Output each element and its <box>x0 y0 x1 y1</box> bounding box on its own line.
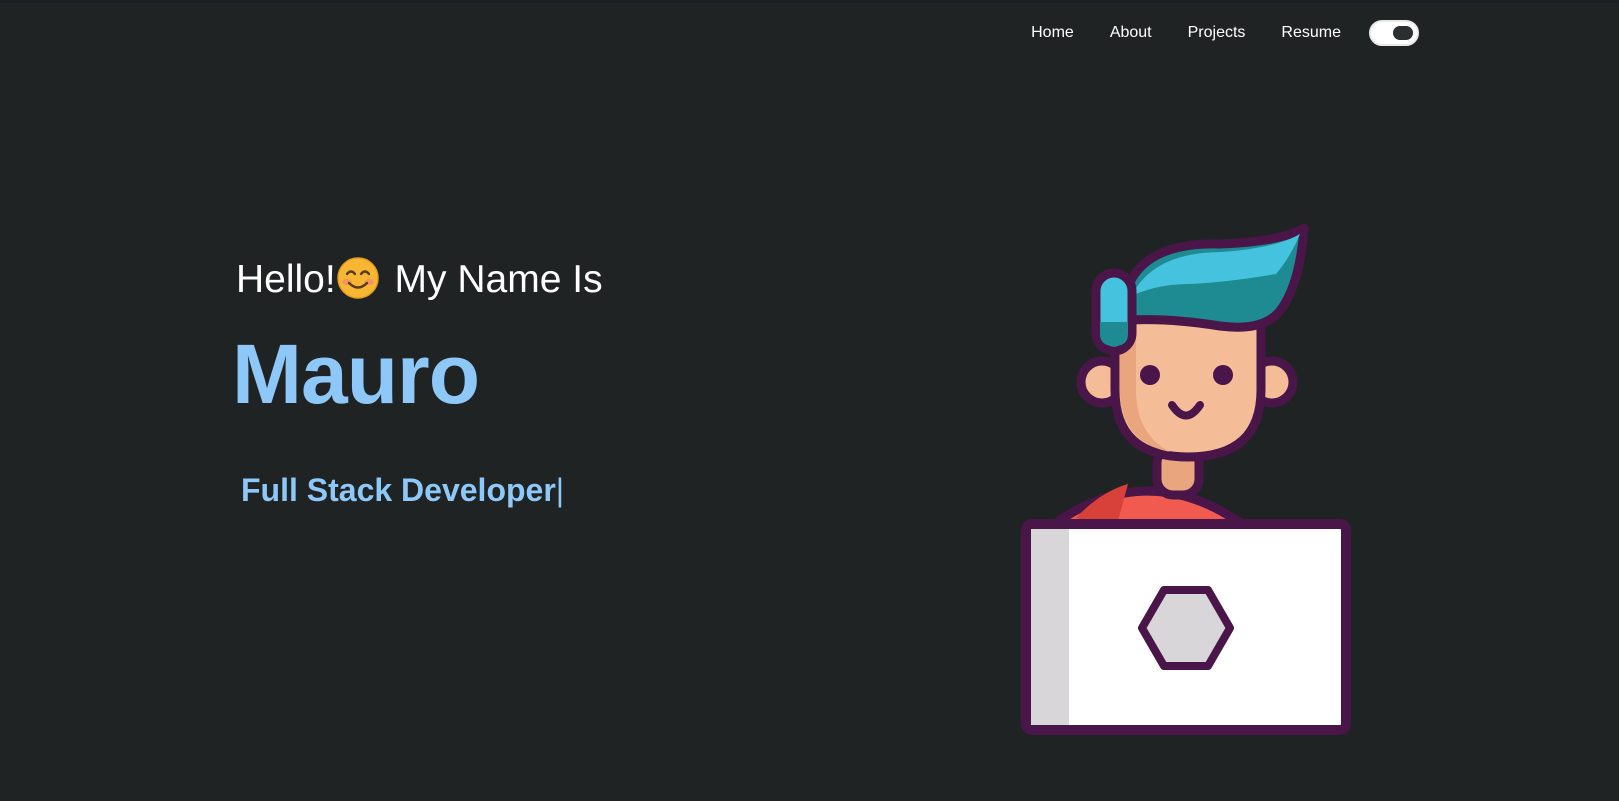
top-border <box>0 0 1619 3</box>
nav-home-link[interactable]: Home <box>1031 24 1074 42</box>
typewriter-cursor: | <box>555 472 565 508</box>
top-nav: Home About Projects Resume <box>1031 18 1419 48</box>
hero-role-typewriter: Full Stack Developer| <box>241 470 564 510</box>
hero-section: Hello! My Name Is Mauro Full Stack Devel… <box>232 256 603 508</box>
hero-name: Mauro <box>232 327 480 421</box>
developer-avatar-illustration <box>1021 223 1351 735</box>
greeting-text-hello: Hello! <box>236 258 336 301</box>
greeting-heading: Hello! My Name Is <box>236 256 603 303</box>
smiling-face-emoji-icon <box>336 257 379 299</box>
nav-resume-link[interactable]: Resume <box>1281 24 1341 42</box>
nav-about-link[interactable]: About <box>1110 24 1152 42</box>
nav-projects-link[interactable]: Projects <box>1188 24 1246 42</box>
hero-role-text: Full Stack Developer <box>241 472 556 508</box>
greeting-text-name-is: My Name Is <box>383 258 603 301</box>
theme-toggle[interactable] <box>1369 20 1419 46</box>
theme-toggle-knob <box>1393 26 1413 40</box>
